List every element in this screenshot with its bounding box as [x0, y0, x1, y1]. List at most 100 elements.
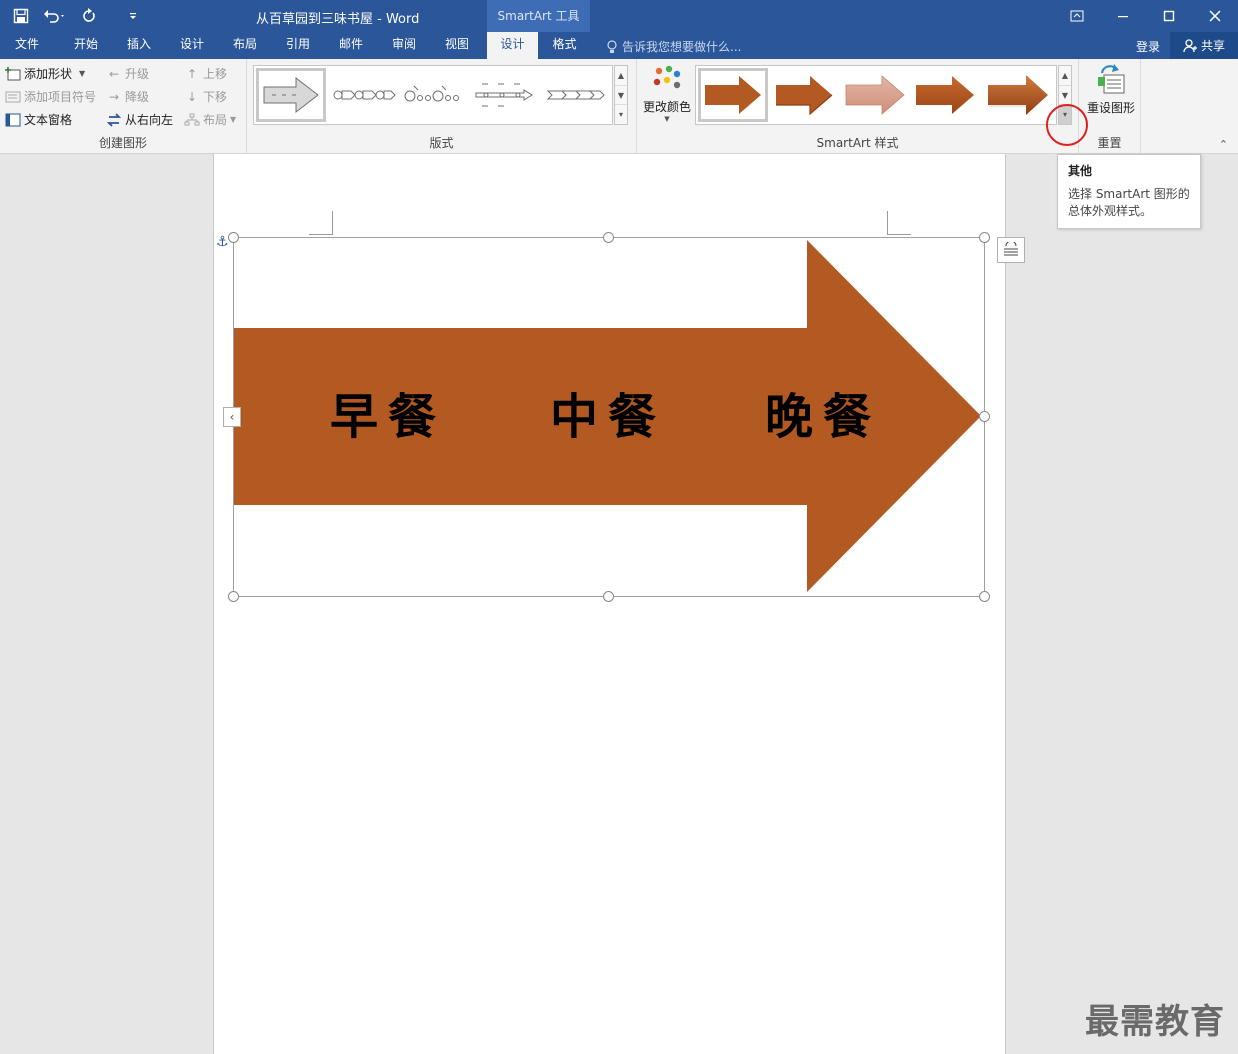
resize-handle-bottom[interactable] [603, 591, 614, 602]
style-option-moderate[interactable] [912, 68, 978, 122]
ribbon-display-options-button[interactable] [1054, 0, 1100, 32]
minimize-icon [1118, 16, 1128, 18]
customize-qat-button[interactable] [120, 4, 146, 28]
promote-label: 升级 [125, 67, 150, 81]
save-button[interactable] [8, 4, 34, 28]
scroll-down-button[interactable]: ▼ [1059, 86, 1071, 106]
arrow-down-icon: ↓ [186, 89, 198, 104]
chevron-down-icon: ▼ [79, 69, 86, 78]
style-option-subtle-effect[interactable] [772, 68, 836, 122]
tab-file[interactable]: 文件 [0, 32, 54, 59]
reset-graphic-button[interactable]: 重设图形 [1083, 63, 1139, 119]
tooltip-title: 其他 [1068, 164, 1093, 178]
scroll-down-button[interactable]: ▼ [615, 86, 627, 106]
tell-me-text: 告诉我您想要做什么... [622, 40, 742, 54]
tab-review[interactable]: 审阅 [378, 32, 430, 59]
reset-graphic-icon [1098, 64, 1125, 94]
promote-button[interactable]: ← 升级 [106, 65, 149, 82]
layout-option-timeline[interactable] [470, 68, 538, 122]
group-reset: 重设图形 重置 [1079, 59, 1141, 154]
swap-direction-icon [106, 112, 122, 128]
text-pane-icon [5, 112, 21, 128]
undo-button[interactable] [38, 4, 72, 28]
add-shape-icon [5, 66, 21, 82]
layout-option-arrow[interactable] [256, 68, 326, 122]
org-chart-icon [184, 112, 200, 128]
scroll-up-button[interactable]: ▲ [1059, 66, 1071, 86]
layouts-gallery [253, 65, 613, 125]
margin-mark-right [887, 211, 911, 235]
resize-handle-top[interactable] [603, 232, 614, 243]
highlight-circle [1046, 104, 1088, 146]
tab-view[interactable]: 视图 [431, 32, 483, 59]
scroll-up-button[interactable]: ▲ [615, 66, 627, 86]
resize-handle-right[interactable] [979, 411, 990, 422]
group-layouts: ▲ ▼ ▾ 版式 [247, 59, 637, 154]
layouts-gallery-scrollbar: ▲ ▼ ▾ [614, 65, 628, 125]
resize-handle-bottom-left[interactable] [228, 591, 239, 602]
tab-mailings[interactable]: 邮件 [325, 32, 377, 59]
change-colors-label: 更改颜色 [642, 100, 691, 114]
window-controls [1054, 0, 1238, 32]
style-option-simple-fill[interactable] [698, 68, 768, 122]
tab-smartart-format[interactable]: 格式 [539, 32, 590, 59]
chevron-left-icon: ‹ [229, 410, 235, 424]
margin-mark-left [309, 211, 333, 235]
resize-handle-top-left[interactable] [228, 232, 239, 243]
tab-references[interactable]: 引用 [272, 32, 324, 59]
more-styles-tooltip: 其他 选择 SmartArt 图形的总体外观样式。 [1057, 154, 1201, 229]
share-label: 共享 [1200, 39, 1225, 53]
chevron-down-icon: ▼ [230, 115, 237, 124]
group-label-reset: 重置 [1097, 136, 1122, 150]
quick-access-toolbar [8, 4, 146, 28]
resize-handle-bottom-right[interactable] [979, 591, 990, 602]
text-pane-button[interactable]: 文本窗格 [5, 111, 72, 128]
style-option-light[interactable] [842, 68, 908, 122]
change-colors-button[interactable]: 更改颜色 ▼ [641, 65, 693, 127]
style-option-intense[interactable] [984, 68, 1052, 122]
group-label-create-graphic: 创建图形 [98, 136, 147, 150]
tab-smartart-design[interactable]: 设计 [487, 32, 538, 59]
close-button[interactable] [1192, 0, 1238, 32]
more-layouts-button[interactable]: ▾ [615, 105, 627, 124]
add-bullet-button[interactable]: 添加项目符号 [5, 88, 96, 105]
maximize-button[interactable] [1146, 0, 1192, 32]
add-bullet-icon [5, 89, 21, 105]
group-smartart-styles: 更改颜色 ▼ ▲ ▼ ▾ SmartArt 样式 [637, 59, 1079, 154]
reset-graphic-label: 重设图形 [1086, 101, 1135, 115]
move-down-button[interactable]: ↓ 下移 [184, 88, 227, 105]
right-to-left-button[interactable]: 从右向左 [106, 111, 173, 128]
smartart-item-lunch[interactable]: 中餐 [550, 377, 666, 447]
share-button[interactable]: 共享 [1170, 32, 1238, 59]
tab-layout[interactable]: 布局 [219, 32, 271, 59]
layout-option-circle-process[interactable] [400, 68, 466, 122]
group-label-smartart-styles: SmartArt 样式 [816, 136, 899, 150]
palette-icon [653, 65, 681, 89]
anchor-icon: ⚓ [216, 234, 229, 250]
ribbon-tab-bar: 文件 开始 插入 设计 布局 引用 邮件 审阅 视图 设计 格式 告诉我您想要做… [0, 32, 1238, 59]
tab-insert[interactable]: 插入 [113, 32, 165, 59]
collapse-ribbon-button[interactable]: ⌃ [1219, 138, 1228, 151]
move-up-button[interactable]: ↑ 上移 [184, 65, 227, 82]
layout-option-chevron-process[interactable] [330, 68, 400, 122]
tab-design[interactable]: 设计 [166, 32, 218, 59]
layout-button[interactable]: 布局 ▼ [184, 111, 236, 128]
text-pane-toggle[interactable]: ‹ [223, 407, 241, 427]
group-create-graphic: 添加形状 ▼ 添加项目符号 文本窗格 ← 升级 → 降级 从右向左 ↑ 上移 ↓ [0, 59, 247, 154]
layout-option-chevron-list[interactable] [542, 68, 610, 122]
redo-button[interactable] [76, 4, 102, 28]
arrow-right-icon: → [108, 89, 120, 104]
demote-label: 降级 [125, 90, 150, 104]
add-shape-button[interactable]: 添加形状 ▼ [5, 65, 85, 82]
layout-options-button[interactable] [997, 237, 1025, 263]
demote-button[interactable]: → 降级 [106, 88, 149, 105]
tell-me-box[interactable]: 告诉我您想要做什么... [606, 38, 741, 55]
login-link[interactable]: 登录 [1136, 38, 1160, 55]
minimize-button[interactable] [1100, 0, 1146, 32]
title-bar: 从百草园到三味书屋 - Word SmartArt 工具 [0, 0, 1238, 32]
tab-home[interactable]: 开始 [60, 32, 112, 59]
resize-handle-top-right[interactable] [979, 232, 990, 243]
layout-options-icon [1004, 242, 1018, 256]
smartart-item-dinner[interactable]: 晚餐 [765, 377, 881, 447]
smartart-item-breakfast[interactable]: 早餐 [330, 377, 446, 447]
